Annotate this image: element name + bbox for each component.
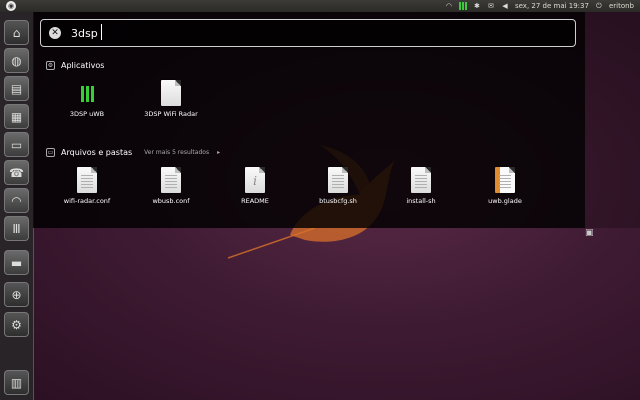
- power-icon[interactable]: ⏻: [595, 2, 603, 10]
- volume-icon[interactable]: ◀: [501, 2, 509, 10]
- wireless-icon[interactable]: ◠: [4, 188, 29, 213]
- firefox-icon[interactable]: ◍: [4, 48, 29, 73]
- text-document-icon: [328, 167, 348, 193]
- document-icon: [161, 80, 181, 106]
- result-label: wifi-radar.conf: [63, 197, 111, 205]
- result-app-3dsp-uwb[interactable]: 3DSP uWB: [52, 78, 122, 118]
- result-label: 3DSP uWB: [69, 110, 105, 118]
- signal-bars-icon[interactable]: [458, 2, 467, 10]
- settings-icon[interactable]: ⚙: [4, 312, 29, 337]
- result-label: uwb.glade: [488, 197, 522, 205]
- result-file-wbusb-conf[interactable]: wbusb.conf: [136, 165, 206, 205]
- result-app-3dsp-wifi-radar[interactable]: 3DSP WiFi Radar: [136, 78, 206, 118]
- impress-icon[interactable]: ▭: [4, 132, 29, 157]
- launcher: ⌂ ◍ ▤ ▦ ▭ ☎ ◠ Ⅲ ▬ ⊕ ⚙ ▥: [0, 12, 34, 400]
- apps-section-title: Aplicativos: [61, 61, 105, 70]
- result-label: btusbcfg.sh: [319, 197, 357, 205]
- result-label: install-sh: [406, 197, 436, 205]
- info-document-icon: i: [245, 167, 265, 193]
- maximize-dash-icon[interactable]: ▣: [585, 228, 595, 238]
- phone-icon[interactable]: ☎: [4, 160, 29, 185]
- text-document-icon: [411, 167, 431, 193]
- expand-arrow-icon[interactable]: ▸: [217, 149, 220, 156]
- text-document-icon: [161, 167, 181, 193]
- network-icon[interactable]: ◠: [445, 2, 453, 10]
- files-section-header[interactable]: ▭ Arquivos e pastas Ver mais 5 resultado…: [46, 148, 220, 157]
- text-cursor: [101, 24, 102, 40]
- apps-category-icon: ⚙: [46, 61, 55, 70]
- terminal-icon[interactable]: ▬: [4, 250, 29, 275]
- clear-search-icon[interactable]: ✕: [49, 27, 61, 39]
- search-box[interactable]: ✕: [40, 19, 576, 47]
- dash-edge: [585, 12, 640, 228]
- ubuntu-logo-icon[interactable]: ◉: [6, 1, 16, 11]
- clock[interactable]: sex, 27 de mai 19:37: [515, 2, 589, 10]
- search-input[interactable]: [71, 24, 551, 42]
- result-label: README: [241, 197, 269, 205]
- ubuntu-home-icon[interactable]: ⌂: [4, 20, 29, 45]
- files-category-icon: ▭: [46, 148, 55, 157]
- bars-app-icon[interactable]: Ⅲ: [4, 216, 29, 241]
- result-file-readme[interactable]: i README: [220, 165, 290, 205]
- see-more-results-link[interactable]: Ver mais 5 resultados: [144, 149, 209, 156]
- signal-bars-icon: [80, 86, 94, 102]
- mail-icon[interactable]: ✉: [487, 2, 495, 10]
- calc-icon[interactable]: ▦: [4, 104, 29, 129]
- apps-section-header[interactable]: ⚙ Aplicativos: [46, 61, 104, 70]
- trash-icon[interactable]: ▥: [4, 370, 29, 395]
- result-file-wifi-radar-conf[interactable]: wifi-radar.conf: [52, 165, 122, 205]
- zoom-icon[interactable]: ⊕: [4, 282, 29, 307]
- result-label: wbusb.conf: [152, 197, 190, 205]
- result-file-uwb-glade[interactable]: uwb.glade: [470, 165, 540, 205]
- top-panel: ◉ ◠ ✱ ✉ ◀ sex, 27 de mai 19:37 ⏻ eritonb: [0, 0, 640, 12]
- text-document-icon: [77, 167, 97, 193]
- bluetooth-icon[interactable]: ✱: [473, 2, 481, 10]
- glade-document-icon: [495, 167, 515, 193]
- writer-icon[interactable]: ▤: [4, 76, 29, 101]
- files-section-title: Arquivos e pastas: [61, 148, 133, 157]
- user-name[interactable]: eritonb: [609, 2, 634, 10]
- result-file-btusbcfg-sh[interactable]: btusbcfg.sh: [303, 165, 373, 205]
- result-label: 3DSP WiFi Radar: [144, 110, 198, 118]
- result-file-install-sh[interactable]: install-sh: [386, 165, 456, 205]
